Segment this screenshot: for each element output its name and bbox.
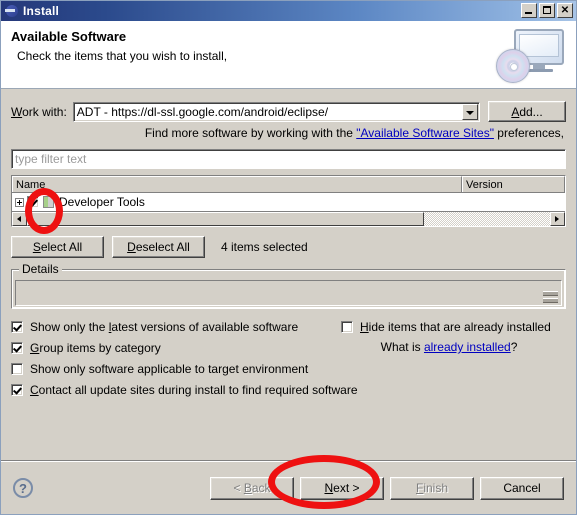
select-all-button[interactable]: Select All [11, 236, 104, 258]
hide-installed-label: Hide items that are already installed [360, 319, 551, 334]
window-title: Install [23, 4, 60, 18]
option-target-environment[interactable]: Show only software applicable to target … [11, 358, 566, 379]
page-subtitle: Check the items that you wish to install… [17, 49, 228, 63]
options-right-column: Hide items that are already installed Wh… [341, 316, 571, 354]
table-body: Developer Tools [12, 193, 565, 211]
contact-update-sites-label: Contact all update sites during install … [30, 382, 358, 397]
install-dialog-window: Install ✕ Available Software Check the i… [0, 0, 577, 515]
wizard-banner: Available Software Check the items that … [1, 21, 576, 89]
filter-input[interactable]: type filter text [11, 149, 566, 169]
chevron-down-icon[interactable] [462, 103, 478, 120]
feature-icon [43, 196, 54, 208]
table-horizontal-scrollbar[interactable] [12, 211, 565, 226]
work-with-label: Work with: [11, 104, 67, 119]
option-contact-update-sites[interactable]: Contact all update sites during install … [11, 379, 566, 400]
selected-count-label: 4 items selected [221, 240, 308, 254]
latest-versions-checkbox[interactable] [11, 320, 23, 333]
next-button[interactable]: Next > [300, 476, 384, 500]
work-with-value: ADT - https://dl-ssl.google.com/android/… [76, 104, 329, 119]
wizard-footer: ? < Back Next > Finish Cancel [1, 462, 576, 514]
target-environment-label: Show only software applicable to target … [30, 361, 309, 376]
minimize-button[interactable] [521, 3, 537, 18]
options-area: Show only the latest versions of availab… [11, 316, 566, 400]
software-table: Name Version Developer Tools [11, 175, 566, 227]
column-header-name[interactable]: Name [12, 176, 462, 192]
scroll-right-arrow-icon[interactable] [550, 212, 565, 226]
scroll-track[interactable] [27, 212, 550, 226]
close-button[interactable]: ✕ [557, 3, 573, 18]
title-bar: Install ✕ [1, 1, 576, 21]
available-software-sites-link[interactable]: "Available Software Sites" [356, 126, 494, 140]
work-with-row: Work with: ADT - https://dl-ssl.google.c… [11, 101, 566, 122]
page-title: Available Software [11, 29, 127, 44]
latest-versions-label: Show only the latest versions of availab… [30, 319, 299, 334]
what-is-prefix: What is [380, 340, 424, 354]
sites-hint-suffix: preferences, [493, 126, 564, 140]
filter-placeholder: type filter text [15, 152, 87, 166]
already-installed-link[interactable]: already installed [424, 340, 511, 354]
group-by-category-label: Group items by category [30, 340, 161, 355]
work-with-combo[interactable]: ADT - https://dl-ssl.google.com/android/… [72, 101, 480, 122]
selection-row: Select All Deselect All 4 items selected [11, 236, 566, 258]
details-content [15, 280, 562, 306]
table-row[interactable]: Developer Tools [12, 193, 565, 211]
resize-grip-icon[interactable] [543, 291, 558, 303]
group-by-category-checkbox[interactable] [11, 341, 23, 354]
expand-icon[interactable] [15, 197, 24, 207]
cancel-button[interactable]: Cancel [480, 476, 564, 500]
contact-update-sites-checkbox[interactable] [11, 383, 23, 396]
maximize-button[interactable] [539, 3, 555, 18]
sites-hint: Find more software by working with the "… [11, 126, 566, 140]
details-group: Details [11, 262, 566, 309]
deselect-all-button[interactable]: Deselect All [112, 236, 205, 258]
hide-installed-checkbox[interactable] [341, 320, 353, 333]
what-is-suffix: ? [510, 340, 518, 354]
scroll-left-arrow-icon[interactable] [12, 212, 27, 226]
help-icon[interactable]: ? [13, 478, 33, 498]
footer-buttons: < Back Next > Finish Cancel [210, 476, 564, 500]
finish-button[interactable]: Finish [390, 476, 474, 500]
scroll-thumb[interactable] [27, 212, 425, 226]
window-controls: ✕ [521, 3, 573, 18]
monitor-cd-icon [486, 23, 570, 87]
sites-hint-prefix: Find more software by working with the [144, 126, 357, 140]
table-cell-name: Developer Tools [59, 195, 145, 209]
back-button[interactable]: < Back [210, 476, 294, 500]
option-hide-installed[interactable]: Hide items that are already installed [341, 316, 571, 337]
details-legend: Details [19, 262, 62, 276]
add-button[interactable]: Add... [488, 101, 566, 122]
column-header-version[interactable]: Version [462, 176, 565, 192]
what-is-installed-text: What is already installed? [341, 340, 571, 354]
eclipse-icon [5, 4, 19, 18]
target-environment-checkbox[interactable] [11, 362, 23, 375]
table-header: Name Version [12, 176, 565, 193]
dialog-body: Work with: ADT - https://dl-ssl.google.c… [1, 89, 576, 460]
developer-tools-checkbox[interactable] [27, 196, 39, 208]
